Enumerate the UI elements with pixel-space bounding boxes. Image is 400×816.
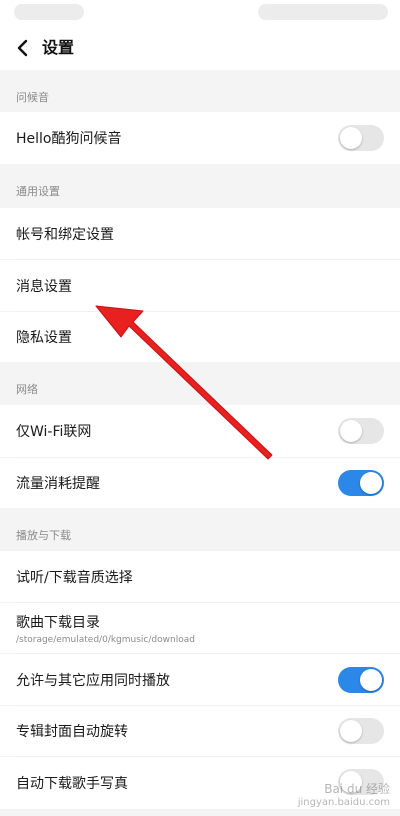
setting-row-hello-greeting[interactable]: Hello酷狗问候音: [0, 112, 400, 164]
download-dir-path: /storage/emulated/0/kgmusic/download: [16, 635, 195, 645]
toggle-knob: [340, 127, 362, 149]
setting-label-wifi-only: 仅Wi-Fi联网: [16, 424, 92, 440]
watermark-text: Bai du 经验: [324, 782, 390, 796]
setting-label-audio-quality: 试听/下载音质选择: [16, 569, 133, 586]
setting-row-album-rotate[interactable]: 专辑封面自动旋转: [0, 706, 400, 756]
header-bar: 设置: [0, 26, 400, 70]
setting-row-download-dir[interactable]: 歌曲下载目录 /storage/emulated/0/kgmusic/downl…: [0, 603, 400, 653]
download-dir-label-group: 歌曲下载目录 /storage/emulated/0/kgmusic/downl…: [16, 612, 195, 645]
toggle-knob: [360, 472, 382, 494]
status-bar-blur-left: [14, 4, 84, 20]
toggle-knob: [340, 720, 362, 742]
back-button[interactable]: [8, 32, 38, 64]
setting-label-account: 帐号和绑定设置: [16, 226, 114, 243]
wifi-only-toggle[interactable]: [338, 418, 384, 444]
album-rotate-toggle[interactable]: [338, 718, 384, 744]
setting-row-simultaneous-play[interactable]: 允许与其它应用同时播放: [0, 654, 400, 705]
setting-label-data-alert: 流量消耗提醒: [16, 476, 100, 492]
setting-row-audio-quality[interactable]: 试听/下载音质选择: [0, 551, 400, 602]
section-header-playback: 播放与下载: [0, 522, 400, 550]
setting-label-auto-download-photo: 自动下载歌手写真: [16, 776, 128, 792]
status-bar: [0, 0, 400, 26]
toggle-knob: [360, 669, 382, 691]
setting-row-account[interactable]: 帐号和绑定设置: [0, 208, 400, 259]
setting-label-download-dir: 歌曲下载目录: [16, 615, 100, 631]
data-alert-toggle[interactable]: [338, 470, 384, 496]
setting-row-privacy[interactable]: 隐私设置: [0, 312, 400, 362]
setting-label-simultaneous-play: 允许与其它应用同时播放: [16, 672, 170, 689]
hello-greeting-toggle[interactable]: [338, 125, 384, 151]
page-title: 设置: [42, 38, 75, 57]
setting-label-privacy: 隐私设置: [16, 330, 72, 346]
toggle-knob: [340, 420, 362, 442]
section-header-greeting: 问候音: [0, 84, 400, 112]
setting-label-hello-greeting: Hello酷狗问候音: [16, 131, 122, 147]
watermark-sub: jingyan.baidu.com: [297, 797, 390, 808]
status-bar-blur-right: [258, 4, 388, 20]
setting-row-wifi-only[interactable]: 仅Wi-Fi联网: [0, 405, 400, 457]
setting-label-messages: 消息设置: [16, 278, 72, 295]
watermark: Bai du 经验 jingyan.baidu.com: [298, 780, 390, 808]
settings-page: 设置 问候音 Hello酷狗问候音 通用设置 帐号和绑定设置 消息设置 隐私设置…: [0, 0, 400, 816]
section-header-general: 通用设置: [0, 178, 400, 206]
setting-row-messages[interactable]: 消息设置: [0, 260, 400, 311]
setting-label-album-rotate: 专辑封面自动旋转: [16, 724, 128, 740]
section-header-network: 网络: [0, 376, 400, 404]
chevron-left-icon: [17, 39, 28, 57]
simultaneous-play-toggle[interactable]: [338, 667, 384, 693]
setting-row-data-alert[interactable]: 流量消耗提醒: [0, 458, 400, 508]
